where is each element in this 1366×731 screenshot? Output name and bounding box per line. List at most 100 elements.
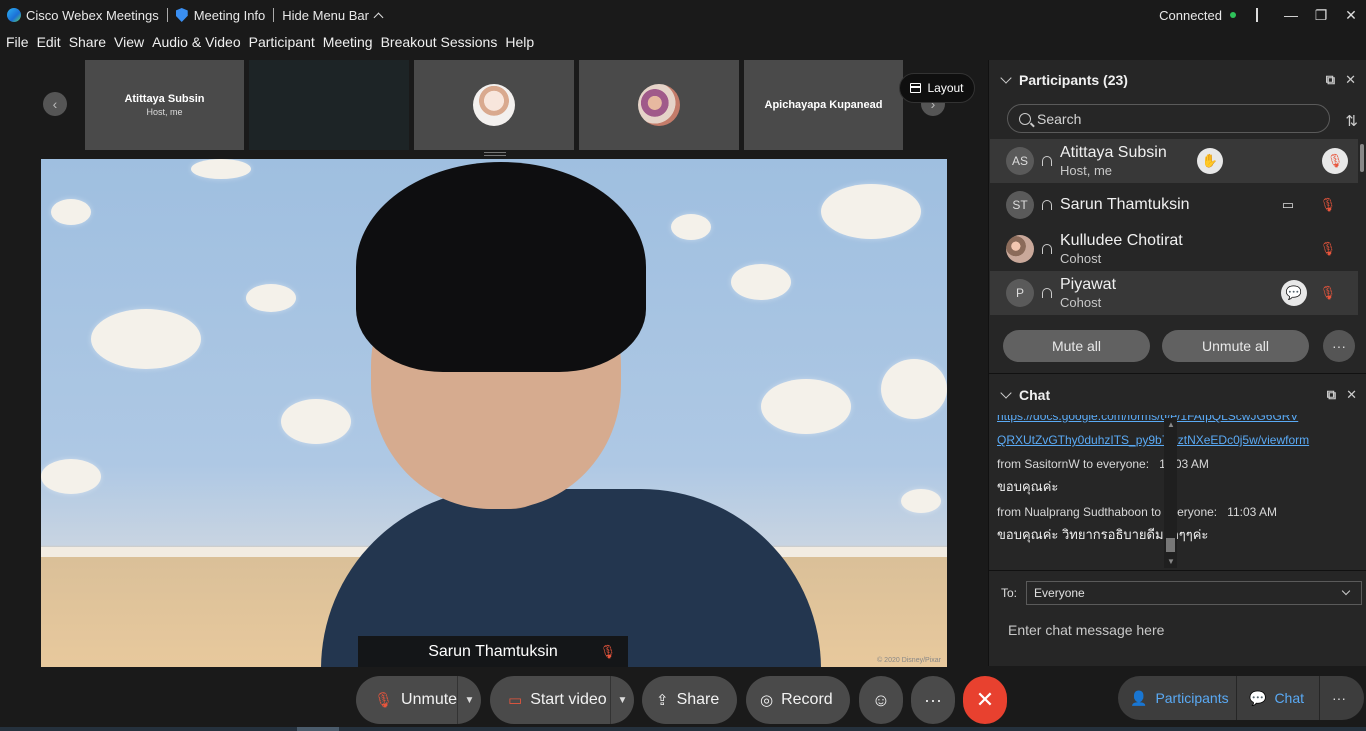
participant-row[interactable]: Kulludee Chotirat Cohost 🎙 — [990, 227, 1358, 271]
avatar: ST — [1006, 191, 1034, 219]
speaker-name: Sarun Thamtuksin — [428, 642, 558, 660]
restore-button[interactable]: ❐ — [1306, 0, 1336, 30]
chat-sender: from SasitornW to everyone: — [997, 457, 1150, 471]
chat-bubble-icon[interactable]: 💬 — [1281, 280, 1307, 306]
muted-mic-icon[interactable]: 🎙 — [1322, 148, 1348, 174]
menu-share[interactable]: Share — [69, 34, 106, 56]
chat-recipient-row: To: Everyone — [989, 570, 1366, 614]
resize-grip[interactable] — [484, 152, 506, 156]
panel-more-button[interactable]: ··· — [1320, 676, 1358, 720]
chevron-left-icon: ‹ — [52, 96, 58, 112]
muted-mic-icon[interactable]: 🎙 — [1319, 285, 1336, 301]
cloud — [191, 159, 251, 179]
avatar: P — [1006, 279, 1034, 307]
strip-prev-button[interactable]: ‹ — [43, 92, 67, 116]
scrollbar-thumb[interactable] — [1166, 538, 1175, 552]
cloud — [51, 199, 91, 225]
menu-meeting[interactable]: Meeting — [323, 34, 373, 56]
menu-breakout-sessions[interactable]: Breakout Sessions — [381, 34, 498, 56]
chat-panel-button[interactable]: 💬 Chat — [1237, 676, 1319, 720]
menu-audio-video[interactable]: Audio & Video — [152, 34, 240, 56]
chat-header[interactable]: Chat ⧉ ✕ — [989, 375, 1366, 415]
thumbnail-video[interactable] — [249, 60, 409, 150]
video-options-dropdown[interactable]: ▼ — [610, 676, 634, 724]
share-icon: ⇪ — [656, 692, 669, 709]
taskbar-strip — [0, 727, 1366, 731]
more-options-button[interactable]: ··· — [911, 676, 955, 724]
participants-header[interactable]: Participants (23) ⧉ ✕ — [989, 60, 1366, 100]
avatar — [473, 84, 515, 126]
thumbnail-apichayapa[interactable]: Apichayapa Kupanead — [744, 60, 903, 150]
share-label: Share — [676, 691, 720, 708]
meeting-stage: ‹ Atittaya Subsin Host, me Apichayapa Ku… — [0, 58, 988, 673]
smiley-icon: ☺ — [871, 689, 891, 710]
menu-view[interactable]: View — [114, 34, 144, 56]
close-window-button[interactable]: ✕ — [1336, 0, 1366, 30]
mute-all-button[interactable]: Mute all — [1003, 330, 1150, 362]
participant-role: Cohost — [1060, 295, 1102, 310]
muted-mic-icon[interactable]: 🎙 — [1319, 197, 1336, 213]
participant-list-scrollbar[interactable] — [1360, 144, 1364, 172]
sort-icon[interactable]: ⇅ — [1345, 112, 1358, 130]
person-icon: 👤 — [1130, 689, 1148, 706]
headset-icon — [1042, 244, 1052, 254]
participants-panel-button[interactable]: 👤 Participants — [1118, 676, 1236, 720]
participant-list: AS Atittaya Subsin Host, me ✋ 🎙 ST Sarun… — [990, 139, 1358, 315]
meeting-controls: 🎙 Unmute ▼ ▭ Start video ▼ ⇪ Share ◎ Rec… — [0, 676, 1366, 724]
participants-toggle-label: Participants — [1155, 690, 1229, 706]
unmute-all-button[interactable]: Unmute all — [1162, 330, 1309, 362]
recipient-value: Everyone — [1034, 585, 1085, 600]
to-label: To: — [1001, 585, 1018, 600]
cloud — [821, 184, 921, 239]
taskbar-indicator — [297, 727, 339, 731]
audio-options-dropdown[interactable]: ▼ — [457, 676, 481, 724]
menu-file[interactable]: File — [6, 34, 29, 56]
layout-icon — [910, 83, 922, 93]
leave-meeting-button[interactable]: ✕ — [963, 676, 1007, 724]
thumbnail-avatar-1[interactable] — [414, 60, 574, 150]
unmute-button[interactable]: 🎙 Unmute ▼ — [356, 676, 481, 724]
raise-hand-icon[interactable]: ✋ — [1197, 148, 1223, 174]
pop-out-icon[interactable]: ⧉ — [1327, 387, 1336, 403]
start-video-button[interactable]: ▭ Start video ▼ — [490, 676, 634, 724]
share-button[interactable]: ⇪ Share — [642, 676, 737, 724]
thumbnail-atittaya[interactable]: Atittaya Subsin Host, me — [85, 60, 244, 150]
cloud — [761, 379, 851, 434]
chevron-down-icon — [1000, 387, 1012, 399]
meeting-info-button[interactable]: Meeting Info — [175, 8, 265, 23]
participant-row[interactable]: AS Atittaya Subsin Host, me ✋ 🎙 — [990, 139, 1358, 183]
scroll-up-icon[interactable]: ▲ — [1167, 420, 1175, 429]
record-icon: ◎ — [760, 692, 774, 709]
minimize-button[interactable]: — — [1276, 0, 1306, 30]
reactions-button[interactable]: ☺ — [859, 676, 903, 724]
participant-search-input[interactable]: Search — [1007, 104, 1330, 133]
participant-name: Kulludee Chotirat — [1060, 232, 1183, 249]
thumbnail-avatar-2[interactable] — [579, 60, 739, 150]
record-button[interactable]: ◎ Record — [746, 676, 850, 724]
unmute-label: Unmute — [401, 691, 458, 708]
close-icon[interactable]: ✕ — [1346, 387, 1357, 403]
panel-divider — [989, 373, 1366, 374]
scroll-down-icon[interactable]: ▼ — [1167, 557, 1175, 566]
close-icon[interactable]: ✕ — [1345, 72, 1356, 88]
participant-row[interactable]: ST Sarun Thamtuksin ▭ 🎙 — [990, 183, 1358, 227]
status-dot — [1230, 12, 1236, 18]
participant-role: Host, me — [1060, 163, 1113, 178]
avatar — [638, 84, 680, 126]
title-bar: Cisco Webex Meetings Meeting Info Hide M… — [0, 0, 1366, 30]
chat-scrollbar[interactable]: ▲ ▼ — [1164, 418, 1177, 568]
layout-button[interactable]: Layout — [899, 73, 975, 103]
participant-more-button[interactable]: ··· — [1323, 330, 1355, 362]
menu-help[interactable]: Help — [505, 34, 534, 56]
hide-menu-bar-button[interactable]: Hide Menu Bar — [282, 7, 384, 23]
muted-mic-icon[interactable]: 🎙 — [1319, 241, 1336, 257]
hide-menu-bar-label: Hide Menu Bar — [282, 7, 369, 23]
thumbnail-role: Host, me — [146, 107, 183, 117]
participant-row[interactable]: P Piyawat Cohost 💬 🎙 — [990, 271, 1358, 315]
chat-message-input[interactable]: Enter chat message here — [989, 614, 1366, 666]
recipient-select[interactable]: Everyone — [1026, 580, 1363, 605]
menu-edit[interactable]: Edit — [37, 34, 61, 56]
pop-out-icon[interactable]: ⧉ — [1326, 72, 1335, 88]
menu-participant[interactable]: Participant — [249, 34, 315, 56]
chevron-up-icon — [373, 12, 384, 22]
